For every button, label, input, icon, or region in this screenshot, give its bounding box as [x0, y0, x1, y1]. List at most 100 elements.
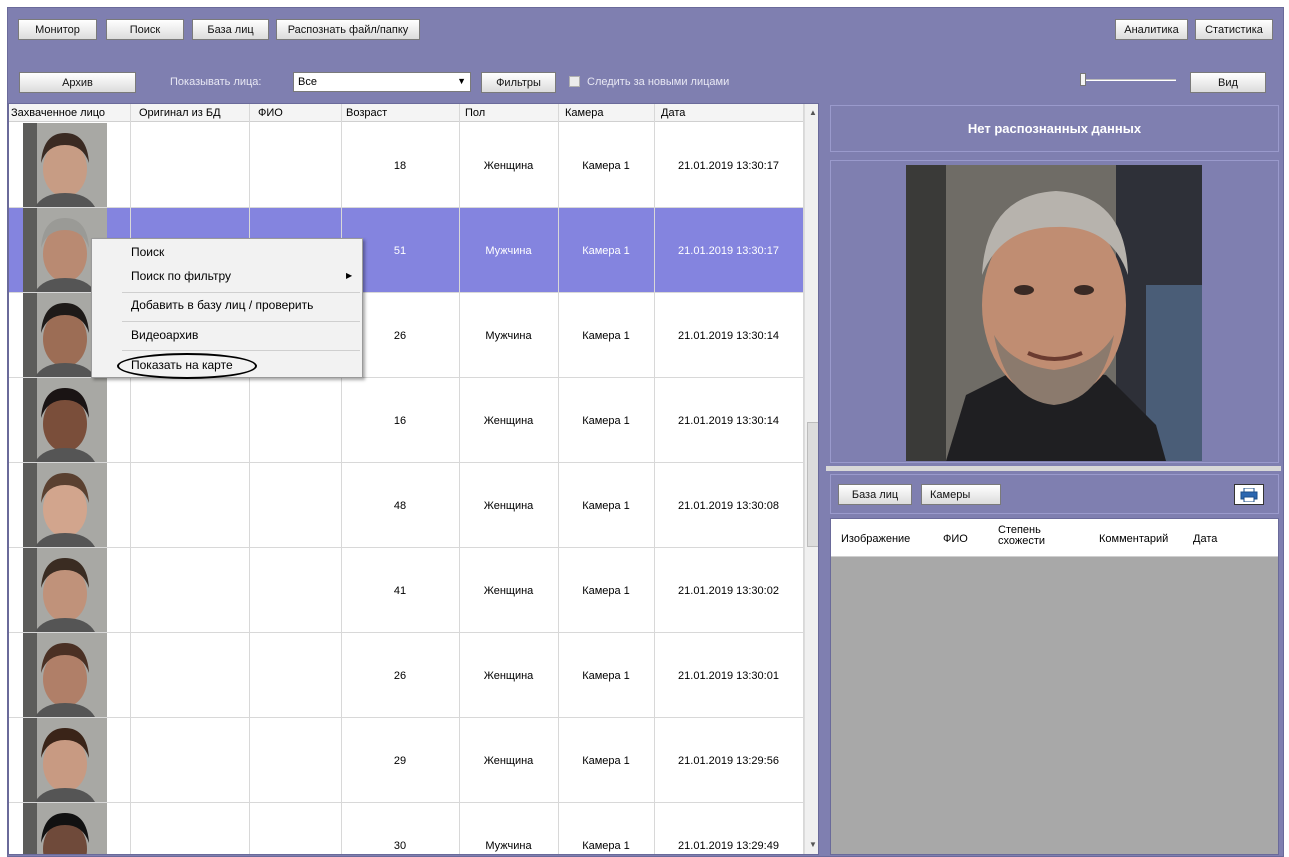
scroll-down-arrow[interactable]: ▼	[805, 840, 818, 849]
captured-face-thumbnail	[23, 123, 107, 207]
recognition-status: Нет распознанных данных	[830, 105, 1279, 152]
camera-cell: Камера 1	[582, 839, 630, 852]
print-button[interactable]	[1234, 484, 1264, 505]
age-cell: 48	[393, 499, 407, 512]
filters-button[interactable]: Фильтры	[481, 72, 556, 93]
menu-item-search[interactable]: Поиск	[131, 245, 164, 259]
gender-cell: Мужчина	[485, 839, 532, 852]
follow-new-faces-label: Следить за новыми лицами	[587, 76, 730, 88]
date-cell: 21.01.2019 13:30:14	[678, 414, 779, 427]
tab-cameras[interactable]: Камеры	[921, 484, 1001, 505]
view-button[interactable]: Вид	[1190, 72, 1266, 93]
camera-cell: Камера 1	[582, 414, 630, 427]
date-cell: 21.01.2019 13:30:17	[678, 159, 779, 172]
date-cell: 21.01.2019 13:29:56	[678, 754, 779, 767]
camera-cell: Камера 1	[582, 669, 630, 682]
table-row[interactable]: 16 Женщина Камера 1 21.01.2019 13:30:14	[9, 378, 804, 463]
search-button[interactable]: Поиск	[106, 19, 184, 40]
col-date[interactable]: Дата	[1193, 533, 1217, 545]
age-cell: 16	[393, 414, 407, 427]
table-row[interactable]: 29 Женщина Камера 1 21.01.2019 13:29:56	[9, 718, 804, 803]
age-cell: 18	[393, 159, 407, 172]
gender-cell: Женщина	[483, 584, 534, 597]
matches-table: Изображение ФИО Степень схожести Коммент…	[830, 518, 1279, 855]
col-fio[interactable]: ФИО	[943, 533, 968, 545]
archive-button[interactable]: Архив	[19, 72, 136, 93]
age-cell: 29	[393, 754, 407, 767]
camera-cell: Камера 1	[582, 159, 630, 172]
matches-table-header: Изображение ФИО Степень схожести Коммент…	[831, 519, 1278, 557]
chevron-down-icon: ▼	[457, 76, 466, 86]
right-tabs-bar: База лиц Камеры	[830, 474, 1279, 514]
context-menu: Поиск Поиск по фильтру ▶ Добавить в базу…	[91, 238, 363, 379]
col-date[interactable]: Дата	[661, 107, 685, 119]
date-cell: 21.01.2019 13:30:02	[678, 584, 779, 597]
col-gender[interactable]: Пол	[465, 107, 485, 119]
camera-cell: Камера 1	[582, 329, 630, 342]
col-camera[interactable]: Камера	[565, 107, 603, 119]
face-db-button[interactable]: База лиц	[192, 19, 269, 40]
date-cell: 21.01.2019 13:30:01	[678, 669, 779, 682]
analytics-button[interactable]: Аналитика	[1115, 19, 1188, 40]
grid-scrollbar[interactable]: ▲ ▼	[804, 104, 818, 854]
col-image[interactable]: Изображение	[841, 533, 910, 545]
captured-face-thumbnail	[23, 633, 107, 717]
recognize-file-button[interactable]: Распознать файл/папку	[276, 19, 420, 40]
scrollbar-thumb[interactable]	[807, 422, 818, 547]
gender-cell: Мужчина	[485, 329, 532, 342]
captured-face-thumbnail	[23, 463, 107, 547]
selected-face-photo	[906, 165, 1202, 461]
age-cell: 41	[393, 584, 407, 597]
show-faces-label: Показывать лица:	[170, 76, 262, 88]
table-row[interactable]: 30 Мужчина Камера 1 21.01.2019 13:29:49	[9, 803, 804, 854]
grid-header: Захваченное лицо Оригинал из БД ФИО Возр…	[9, 104, 804, 122]
captured-face-thumbnail	[23, 378, 107, 462]
table-row[interactable]: 18 Женщина Камера 1 21.01.2019 13:30:17	[9, 123, 804, 208]
col-name[interactable]: ФИО	[258, 107, 283, 119]
gender-cell: Женщина	[483, 414, 534, 427]
age-cell: 30	[393, 839, 407, 852]
show-faces-select[interactable]: Все ▼	[293, 72, 471, 92]
captured-face-thumbnail	[23, 803, 107, 854]
col-captured-face[interactable]: Захваченное лицо	[11, 107, 105, 119]
gender-cell: Женщина	[483, 754, 534, 767]
gender-cell: Мужчина	[485, 244, 532, 257]
date-cell: 21.01.2019 13:29:49	[678, 839, 779, 852]
zoom-slider-handle[interactable]	[1080, 73, 1086, 86]
camera-cell: Камера 1	[582, 499, 630, 512]
highlight-oval	[117, 353, 257, 379]
age-cell: 26	[393, 669, 407, 682]
submenu-arrow-icon: ▶	[346, 271, 353, 280]
col-similarity[interactable]: Степень схожести	[998, 525, 1068, 547]
gender-cell: Женщина	[483, 669, 534, 682]
menu-item-video-archive[interactable]: Видеоархив	[131, 328, 198, 342]
scroll-up-arrow[interactable]: ▲	[805, 108, 818, 117]
camera-cell: Камера 1	[582, 754, 630, 767]
follow-new-faces-checkbox[interactable]	[569, 76, 580, 87]
gender-cell: Женщина	[483, 159, 534, 172]
date-cell: 21.01.2019 13:30:14	[678, 329, 779, 342]
date-cell: 21.01.2019 13:30:08	[678, 499, 779, 512]
col-original-db[interactable]: Оригинал из БД	[139, 107, 221, 119]
col-comment[interactable]: Комментарий	[1099, 533, 1168, 545]
date-cell: 21.01.2019 13:30:17	[678, 244, 779, 257]
statistics-button[interactable]: Статистика	[1195, 19, 1273, 40]
menu-item-add-to-db[interactable]: Добавить в базу лиц / проверить	[131, 298, 313, 312]
col-age[interactable]: Возраст	[346, 107, 387, 119]
printer-icon	[1240, 487, 1258, 502]
table-row[interactable]: 26 Женщина Камера 1 21.01.2019 13:30:01	[9, 633, 804, 718]
table-row[interactable]: 48 Женщина Камера 1 21.01.2019 13:30:08	[9, 463, 804, 548]
show-faces-value: Все	[298, 76, 317, 88]
monitor-button[interactable]: Монитор	[18, 19, 97, 40]
zoom-slider-track[interactable]	[1082, 79, 1176, 81]
tab-face-db[interactable]: База лиц	[838, 484, 912, 505]
camera-cell: Камера 1	[582, 244, 630, 257]
table-row[interactable]: 41 Женщина Камера 1 21.01.2019 13:30:02	[9, 548, 804, 633]
captured-face-thumbnail	[23, 548, 107, 632]
captured-face-thumbnail	[23, 718, 107, 802]
menu-item-search-by-filter[interactable]: Поиск по фильтру	[131, 269, 231, 283]
camera-cell: Камера 1	[582, 584, 630, 597]
panel-splitter[interactable]	[826, 466, 1281, 471]
results-grid: Захваченное лицо Оригинал из БД ФИО Возр…	[8, 103, 819, 855]
gender-cell: Женщина	[483, 499, 534, 512]
